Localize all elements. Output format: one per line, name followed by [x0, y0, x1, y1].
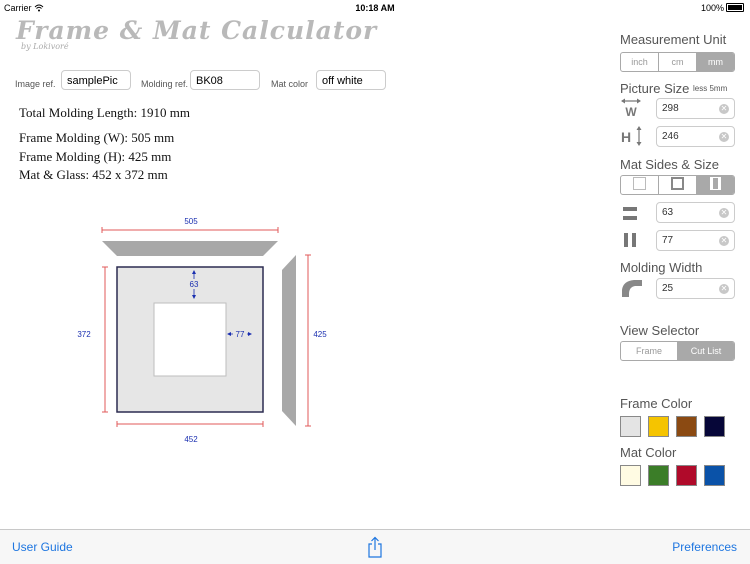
molding-profile-icon — [622, 280, 642, 297]
battery-status: 100% — [701, 3, 744, 13]
mat-color-input[interactable]: off white — [316, 70, 386, 90]
mat-color-swatch[interactable] — [676, 465, 697, 486]
frame-molding-width: Frame Molding (W): 505 mm — [19, 130, 175, 145]
mat-color-swatch[interactable] — [704, 465, 725, 486]
svg-text:H: H — [621, 129, 631, 145]
clear-icon[interactable]: ✕ — [719, 284, 729, 294]
mat-color-swatches — [620, 465, 725, 486]
molding-width-input[interactable]: 25 ✕ — [656, 278, 735, 299]
mat-side-label: 77 — [236, 330, 245, 339]
mat-top-label: 63 — [190, 280, 199, 289]
mat-equal-option[interactable] — [659, 176, 697, 194]
view-frame-option[interactable]: Frame — [621, 342, 678, 360]
image-ref-label: Image ref. — [15, 79, 56, 89]
mat-uneven-icon — [710, 177, 721, 190]
frame-color-swatches — [620, 416, 725, 437]
view-selector[interactable]: Frame Cut List — [620, 341, 735, 361]
measurement-unit-title: Measurement Unit — [620, 32, 727, 47]
clear-icon[interactable]: ✕ — [719, 132, 729, 142]
bottom-dimension-label: 452 — [184, 435, 198, 444]
top-molding-piece — [102, 241, 278, 256]
view-cutlist-option[interactable]: Cut List — [678, 342, 734, 360]
status-bar: Carrier 10:18 AM 100% — [0, 0, 750, 16]
svg-text:W: W — [625, 105, 637, 117]
mat-side-input[interactable]: 77 ✕ — [656, 230, 735, 251]
picture-height-input[interactable]: 246 ✕ — [656, 126, 735, 147]
unit-cm-option[interactable]: cm — [659, 53, 697, 71]
battery-icon — [726, 3, 744, 12]
app-title: Frame & Mat Calculator — [16, 16, 378, 45]
bottom-toolbar: User Guide Preferences — [0, 529, 750, 564]
clear-icon[interactable]: ✕ — [719, 208, 729, 218]
mat-none-option[interactable] — [621, 176, 659, 194]
picture-size-note: less 5mm — [693, 84, 728, 93]
total-molding-length: Total Molding Length: 1910 mm — [19, 105, 190, 120]
right-dimension-label: 425 — [313, 330, 327, 339]
clock: 10:18 AM — [355, 3, 395, 13]
mat-color-label: Mat color — [271, 79, 309, 89]
frame-color-swatch[interactable] — [648, 416, 669, 437]
mat-sides-title: Mat Sides & Size — [620, 157, 719, 172]
measurement-unit-selector[interactable]: inch cm mm — [620, 52, 735, 72]
unit-mm-option[interactable]: mm — [697, 53, 734, 71]
frame-color-title: Frame Color — [620, 396, 693, 411]
share-icon[interactable] — [367, 536, 383, 558]
mat-color-swatch[interactable] — [620, 465, 641, 486]
mat-none-icon — [633, 177, 646, 190]
frame-color-swatch[interactable] — [704, 416, 725, 437]
view-selector-title: View Selector — [620, 323, 700, 338]
mat-color-title: Mat Color — [620, 445, 677, 460]
frame-color-swatch[interactable] — [676, 416, 697, 437]
mat-opening — [153, 302, 227, 377]
side-molding-piece — [282, 255, 296, 426]
preferences-button[interactable]: Preferences — [672, 540, 737, 554]
app-subtitle: by Lokivoré — [21, 42, 69, 51]
clear-icon[interactable]: ✕ — [719, 104, 729, 114]
mat-color-swatch[interactable] — [648, 465, 669, 486]
cut-list-diagram: 505 63 77 372 452 425 — [77, 217, 327, 444]
picture-width-input[interactable]: 298 ✕ — [656, 98, 735, 119]
mat-side-icon — [624, 233, 636, 247]
mat-top-icon — [623, 207, 637, 220]
width-icon: W — [621, 98, 641, 117]
molding-ref-label: Molding ref. — [141, 79, 189, 89]
picture-size-title: Picture Size — [620, 81, 690, 96]
frame-molding-height: Frame Molding (H): 425 mm — [19, 149, 172, 164]
user-guide-button[interactable]: User Guide — [12, 540, 73, 554]
mat-glass-size: Mat & Glass: 452 x 372 mm — [19, 167, 168, 182]
mat-uneven-option[interactable] — [697, 176, 734, 194]
clear-icon[interactable]: ✕ — [719, 236, 729, 246]
mat-top-input[interactable]: 63 ✕ — [656, 202, 735, 223]
frame-color-swatch[interactable] — [620, 416, 641, 437]
height-icon: H — [621, 126, 642, 146]
image-ref-input[interactable]: samplePic — [61, 70, 131, 90]
molding-width-title: Molding Width — [620, 260, 703, 275]
mat-sides-selector[interactable] — [620, 175, 735, 195]
top-dimension-label: 505 — [184, 217, 198, 226]
molding-ref-input[interactable]: BK08 — [190, 70, 260, 90]
left-dimension-label: 372 — [77, 330, 91, 339]
mat-equal-icon — [671, 177, 684, 190]
unit-inch-option[interactable]: inch — [621, 53, 659, 71]
